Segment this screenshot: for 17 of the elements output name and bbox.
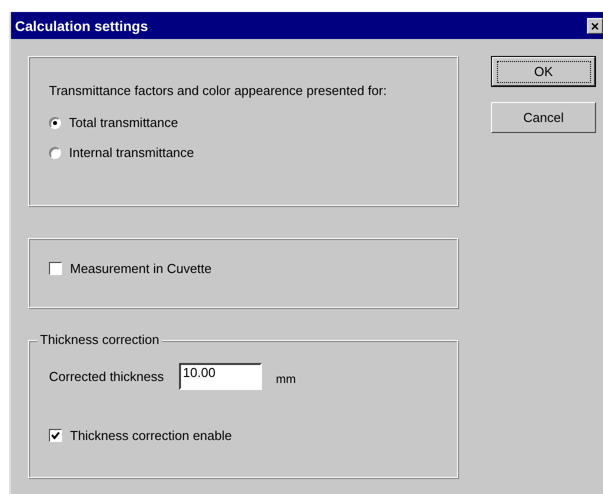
radio-label[interactable]: Internal transmittance	[69, 145, 194, 160]
prompt-text: Transmittance factors and color appearence presented for:	[49, 83, 388, 98]
unit-label: mm	[276, 372, 296, 386]
close-button[interactable]: ×	[587, 18, 603, 34]
checkbox-label[interactable]: Measurement in Cuvette	[70, 261, 212, 276]
window-title: Calculation settings	[15, 18, 148, 34]
ok-button[interactable]: OK	[492, 57, 595, 86]
group-legend: Thickness correction	[37, 332, 162, 347]
checkbox[interactable]	[49, 429, 62, 442]
cancel-button[interactable]: Cancel	[491, 102, 596, 133]
checkbox[interactable]	[49, 262, 62, 275]
radio-label[interactable]: Total transmittance	[69, 115, 178, 130]
radio-button[interactable]	[49, 116, 61, 128]
radio-button[interactable]	[49, 146, 61, 158]
field-label: Corrected thickness	[49, 369, 164, 384]
thickness-field[interactable]: 10.00	[178, 363, 262, 390]
checkbox-label[interactable]: Thickness correction enable	[70, 428, 232, 443]
